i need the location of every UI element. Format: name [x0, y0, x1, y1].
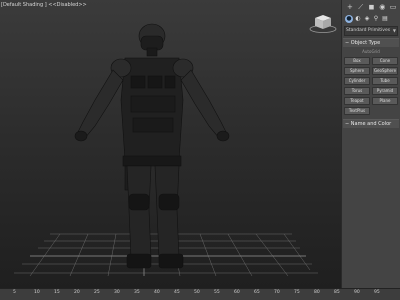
- tick-label: 35: [134, 290, 140, 295]
- cameras-icon[interactable]: ⚲: [372, 15, 380, 23]
- object-type-title: Object Type: [350, 40, 381, 46]
- create-tab-icon[interactable]: +: [345, 2, 355, 12]
- rollout-collapse-icon: −: [345, 40, 350, 46]
- tick-label: 25: [94, 290, 100, 295]
- 3d-application-window: [Default Shading ] <<Disabled>> + ⟋ ◼ ◉ …: [0, 0, 400, 300]
- tick-label: 85: [334, 290, 340, 295]
- tick-label: 30: [114, 290, 120, 295]
- pyramid-button[interactable]: Pyramid: [372, 87, 398, 95]
- modify-tab-icon[interactable]: ⟋: [356, 2, 366, 12]
- tick-label: 80: [314, 290, 320, 295]
- chevron-down-icon: ▼: [392, 28, 396, 33]
- primitive-type-dropdown[interactable]: Standard Primitives ▼: [344, 26, 398, 36]
- tick-label: 90: [354, 290, 360, 295]
- shapes-icon[interactable]: ◐: [354, 15, 362, 23]
- rollout-collapse-icon: −: [345, 121, 350, 127]
- tick-label: 45: [174, 290, 180, 295]
- tick-label: 95: [374, 290, 380, 295]
- sphere-button[interactable]: Sphere: [344, 67, 370, 75]
- plane-button[interactable]: Plane: [372, 97, 398, 105]
- geosphere-button[interactable]: GeoSphere: [372, 67, 398, 75]
- tick-label: 20: [74, 290, 80, 295]
- name-and-color-title: Name and Color: [350, 121, 392, 127]
- tube-button[interactable]: Tube: [372, 77, 398, 85]
- tick-label: 65: [254, 290, 260, 295]
- torus-button[interactable]: Torus: [344, 87, 370, 95]
- command-panel-tabs: + ⟋ ◼ ◉ ▭: [342, 0, 400, 13]
- viewcube-widget[interactable]: [308, 12, 338, 34]
- name-and-color-rollout-header[interactable]: − Name and Color: [343, 119, 399, 128]
- teapot-button[interactable]: Teapot: [344, 97, 370, 105]
- cone-button[interactable]: Cone: [372, 57, 398, 65]
- lights-icon[interactable]: ◈: [363, 15, 371, 23]
- create-category-icons: ● ◐ ◈ ⚲ ▤: [342, 13, 400, 24]
- tick-label: 70: [274, 290, 280, 295]
- box-button[interactable]: Box: [344, 57, 370, 65]
- timeline-ruler[interactable]: 5 10 15 20 25 30 35 40 45 50 55 60 65 70…: [0, 288, 400, 300]
- tick-label: 10: [34, 290, 40, 295]
- cylinder-button[interactable]: Cylinder: [344, 77, 370, 85]
- tick-label: 75: [294, 290, 300, 295]
- tick-label: 60: [234, 290, 240, 295]
- soldier-character-model[interactable]: [55, 10, 285, 272]
- textplus-button[interactable]: TextPlus: [344, 107, 370, 115]
- object-type-rollout-header[interactable]: − Object Type: [343, 38, 399, 47]
- display-tab-icon[interactable]: ▭: [388, 2, 398, 12]
- motion-tab-icon[interactable]: ◉: [377, 2, 387, 12]
- tick-label: 40: [154, 290, 160, 295]
- dropdown-value: Standard Primitives: [346, 28, 391, 33]
- tick-label: 15: [54, 290, 60, 295]
- tick-label: 5: [13, 290, 16, 295]
- tick-label: 55: [214, 290, 220, 295]
- perspective-viewport[interactable]: [Default Shading ] <<Disabled>>: [0, 0, 341, 288]
- helpers-icon[interactable]: ▤: [381, 15, 389, 23]
- autogrid-checkbox[interactable]: AutoGrid: [344, 49, 398, 55]
- hierarchy-tab-icon[interactable]: ◼: [367, 2, 377, 12]
- command-panel: + ⟋ ◼ ◉ ▭ ● ◐ ◈ ⚲ ▤ Standard Primitives …: [341, 0, 400, 288]
- object-type-buttons: Box Cone Sphere GeoSphere Cylinder Tube …: [344, 57, 398, 115]
- geometry-icon[interactable]: ●: [345, 15, 353, 23]
- tick-label: 50: [194, 290, 200, 295]
